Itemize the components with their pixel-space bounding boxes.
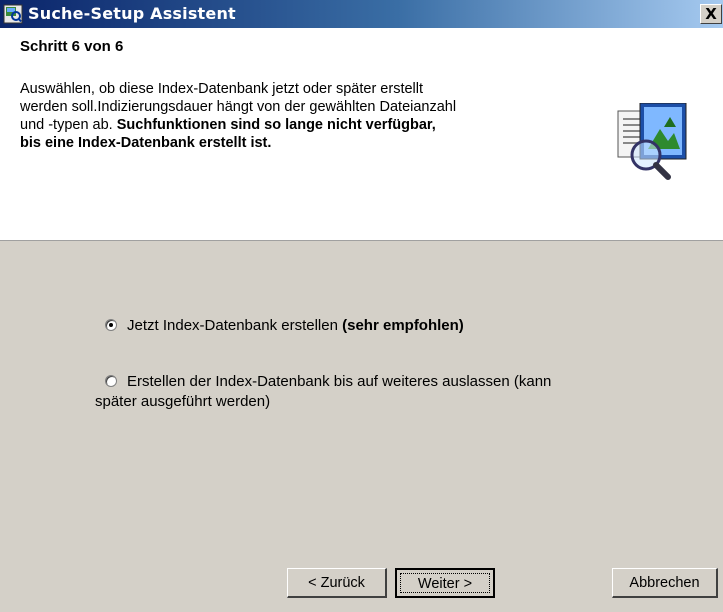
option-skip-label-line1: Erstellen der Index-Datenbank bis auf we… (127, 373, 552, 390)
next-button-label: Weiter > (400, 573, 490, 593)
step-description: Auswählen, ob diese Index-Datenbank jetz… (20, 80, 600, 152)
desc-line-2: werden soll.Indizierungsdauer hängt von … (20, 99, 457, 115)
cancel-button[interactable]: Abbrechen (612, 568, 718, 598)
option-create-now-label-bold: (sehr empfohlen) (342, 317, 464, 334)
option-skip[interactable]: Erstellen der Index-Datenbank bis auf we… (95, 372, 695, 412)
option-skip-label-line2: später ausgeführt werden) (95, 393, 271, 410)
radio-skip[interactable] (105, 375, 117, 387)
close-button[interactable]: X (700, 4, 722, 24)
app-icon (3, 4, 23, 24)
desc-line-1: Auswählen, ob diese Index-Datenbank jetz… (20, 81, 424, 97)
desc-line-3: und -typen ab. (20, 117, 117, 133)
step-title: Schritt 6 von 6 (20, 38, 124, 55)
desc-line-3-bold: Suchfunktionen sind so lange nicht verfü… (116, 117, 436, 133)
next-button[interactable]: Weiter > (395, 568, 495, 598)
window-title: Suche-Setup Assistent (28, 4, 236, 23)
radio-create-now[interactable] (105, 319, 117, 331)
option-create-now[interactable]: Jetzt Index-Datenbank erstellen (sehr em… (105, 316, 464, 336)
search-document-icon (617, 103, 687, 180)
option-create-now-label: Jetzt Index-Datenbank erstellen (127, 317, 343, 334)
desc-line-4-bold: bis eine Index-Datenbank erstellt ist. (20, 135, 272, 151)
back-button[interactable]: < Zurück (287, 568, 387, 598)
title-bar[interactable]: Suche-Setup Assistent X (0, 0, 723, 28)
